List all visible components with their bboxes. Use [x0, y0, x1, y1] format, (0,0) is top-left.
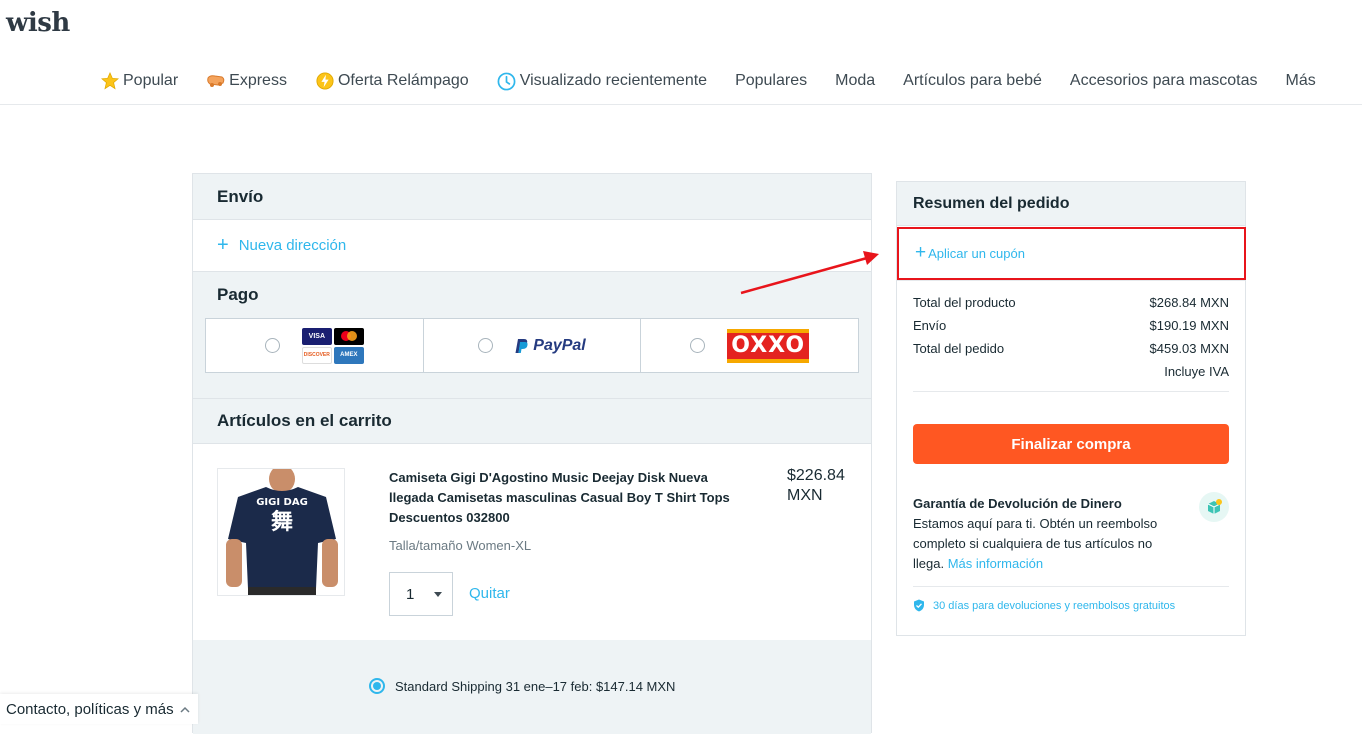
radio-button-selected[interactable] [369, 678, 385, 694]
shipping-header: Envío [193, 174, 871, 220]
nav-item-label: Accesorios para mascotas [1069, 72, 1258, 89]
coupon-highlight-box [897, 227, 1246, 280]
payment-option-oxxo[interactable]: OXXO [641, 319, 858, 372]
row-label: Total del pedido [913, 341, 1005, 356]
free-returns-note: 30 días para devoluciones y reembolsos g… [913, 599, 1229, 612]
nav-item-express[interactable]: Express [206, 70, 287, 92]
nav-item-label: Popular [123, 72, 179, 89]
divider [913, 586, 1229, 587]
product-size: Talla/tamaño Women-XL [389, 538, 532, 553]
divider [913, 391, 1229, 392]
quantity-select[interactable]: 1 [389, 572, 453, 616]
oxxo-logo: OXXO [727, 328, 810, 363]
nav-item-baby[interactable]: Artículos para bebé [903, 70, 1042, 92]
footer-label: Contacto, políticas y más [6, 700, 174, 718]
plus-icon: + [217, 234, 229, 256]
clock-icon [497, 71, 517, 91]
shipping-option-label: Standard Shipping 31 ene–17 feb: $147.14… [395, 678, 676, 694]
tax-note-label: Incluye IVA [1164, 364, 1229, 379]
lightning-icon [315, 71, 335, 91]
nav-item-label: Oferta Relámpago [337, 72, 469, 89]
annotation-arrow-icon [740, 251, 879, 295]
cart-header: Artículos en el carrito [193, 399, 871, 444]
visa-icon: VISA [301, 327, 332, 345]
nav-item-label: Visualizado recientemente [519, 72, 708, 89]
shipping-option-standard[interactable]: Standard Shipping 31 ene–17 feb: $147.14… [369, 678, 675, 694]
product-price: $226.84 MXN [787, 467, 845, 504]
nav-item-label: Más [1285, 72, 1316, 89]
payment-options: VISA DISCOVER AMEX PayPal OXXO [205, 318, 859, 373]
shipping-options: Standard Shipping 31 ene–17 feb: $147.14… [193, 640, 871, 734]
payment-option-cards[interactable]: VISA DISCOVER AMEX [206, 319, 424, 372]
svg-text:舞: 舞 [271, 509, 293, 535]
chevron-down-icon [434, 591, 442, 597]
radio-button[interactable] [690, 338, 706, 353]
category-nav: Popular Express Oferta Relámpago Visuali… [100, 70, 1344, 92]
nav-item-label: Express [229, 72, 287, 89]
row-label: Envío [913, 318, 947, 333]
nav-item-flash-deal[interactable]: Oferta Relámpago [315, 70, 469, 92]
payment-option-paypal[interactable]: PayPal [424, 319, 642, 372]
row-label: Total del producto [913, 295, 1016, 310]
wish-logo[interactable]: wish [6, 8, 70, 38]
paypal-logo: PayPal [515, 336, 586, 355]
product-title[interactable]: Camiseta Gigi D'Agostino Music Deejay Di… [389, 468, 749, 528]
quantity-value: 1 [406, 585, 415, 603]
cart-item: GIGI DAG 舞 Camiseta Gigi D'Agostino Musi… [193, 444, 871, 640]
nav-item-recently-viewed[interactable]: Visualizado recientemente [497, 70, 707, 92]
radio-button[interactable] [264, 338, 280, 353]
nav-item-label: Populares [735, 72, 808, 89]
chevron-up-icon [180, 706, 190, 713]
nav-item-popular[interactable]: Popular [100, 70, 178, 92]
row-value: $459.03 MXN [1149, 341, 1230, 356]
row-value: $190.19 MXN [1149, 318, 1230, 333]
paypal-label: PayPal [533, 336, 586, 354]
summary-row-product-total: Total del producto $268.84 MXN [913, 291, 1229, 314]
checkout-button[interactable]: Finalizar compra [913, 424, 1229, 464]
guarantee-body: Estamos aquí para ti. Obtén un reembolso… [913, 514, 1183, 574]
guarantee-title: Garantía de Devolución de Dinero [913, 496, 1122, 511]
express-truck-icon [206, 71, 226, 91]
money-back-guarantee: Garantía de Devolución de Dinero Estamos… [913, 492, 1229, 612]
product-image[interactable]: GIGI DAG 舞 [217, 468, 345, 596]
nav-item-pets[interactable]: Accesorios para mascotas [1070, 70, 1258, 92]
row-value: $268.84 MXN [1149, 295, 1230, 310]
top-navigation: wish Popular Express Oferta Relámpago Vi… [0, 0, 1362, 105]
summary-row-shipping: Envío $190.19 MXN [913, 314, 1229, 337]
nav-item-label: Artículos para bebé [903, 72, 1042, 89]
shield-icon [914, 599, 924, 612]
order-summary-title: Resumen del pedido [897, 182, 1245, 226]
radio-button[interactable] [478, 338, 494, 353]
nav-item-more[interactable]: Más [1286, 70, 1316, 92]
discover-icon: DISCOVER [301, 346, 332, 364]
nav-item-label: Moda [835, 72, 876, 89]
free-returns-label: 30 días para devoluciones y reembolsos g… [933, 599, 1176, 612]
summary-row-order-total: Total del pedido $459.03 MXN [913, 337, 1229, 360]
nav-item-populares[interactable]: Populares [735, 70, 807, 92]
summary-totals: Total del producto $268.84 MXN Envío $19… [897, 280, 1245, 383]
new-address-label: Nueva dirección [238, 237, 347, 254]
star-icon [100, 71, 120, 91]
more-info-link[interactable]: Más información [948, 556, 1043, 571]
nav-item-moda[interactable]: Moda [835, 70, 875, 92]
mastercard-icon [333, 327, 364, 345]
remove-item-link[interactable]: Quitar [469, 585, 510, 602]
amex-icon: AMEX [333, 346, 364, 364]
footer-links-tab[interactable]: Contacto, políticas y más [0, 694, 198, 724]
guarantee-box-icon [1199, 492, 1229, 522]
tax-note: Incluye IVA [913, 360, 1229, 383]
credit-cards-icon: VISA DISCOVER AMEX [301, 327, 364, 364]
shirt-print-text: GIGI DAG [256, 497, 308, 508]
